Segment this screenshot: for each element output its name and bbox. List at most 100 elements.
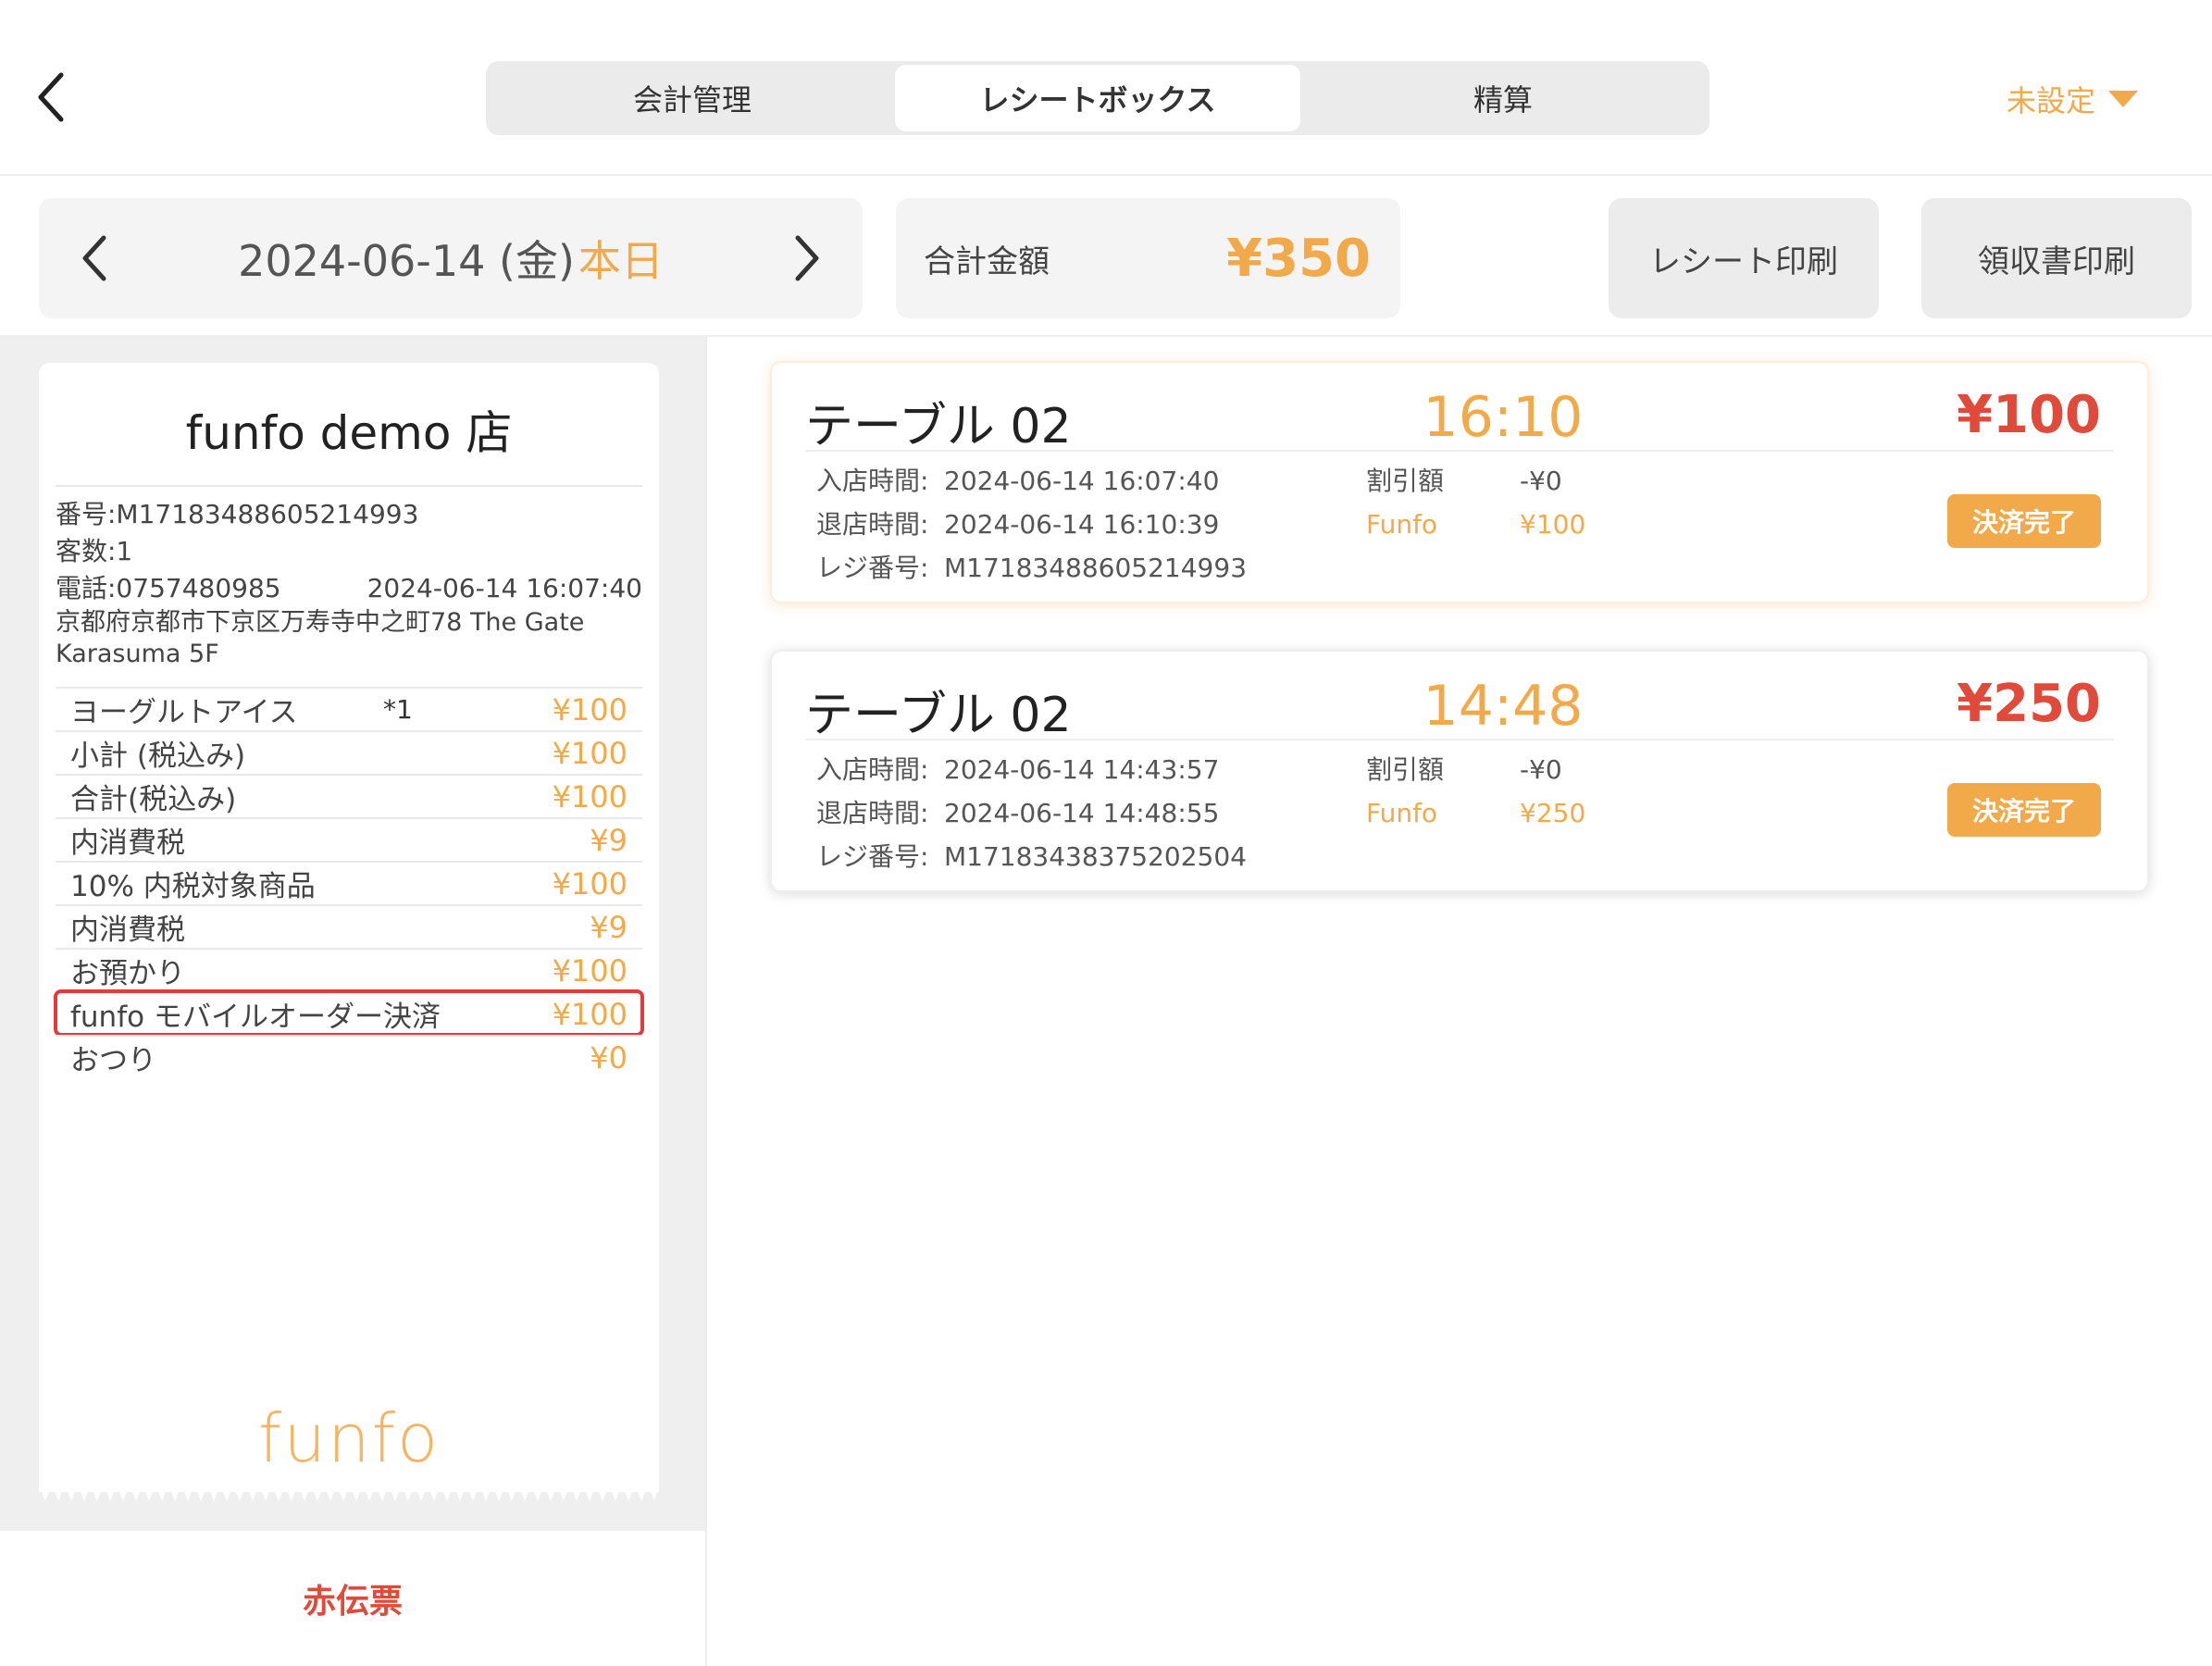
discount-value: -¥0 (1520, 466, 1562, 496)
exit-label: 退店時間: (816, 509, 929, 540)
receipt-line-item: お預かり ¥100 (56, 948, 642, 991)
entry-time: 2024-06-14 16:07:40 (944, 466, 1220, 496)
red-slip-button[interactable]: 赤伝票 (303, 1574, 403, 1622)
chevron-left-icon (82, 235, 106, 281)
card-table-name: テーブル 02 (805, 399, 1072, 454)
tab-accounting[interactable]: 会計管理 (490, 65, 895, 131)
previous-day-button[interactable] (39, 198, 150, 318)
line-amount: ¥100 (552, 735, 628, 771)
register-number: M17183438375202504 (944, 841, 1248, 872)
chevron-right-icon (795, 235, 819, 281)
receipt-store-name: funfo demo 店 (185, 406, 513, 460)
receipt-meta: 番号:M17183488605214993 客数:1 電話:0757480985… (39, 496, 659, 607)
receipt-line-item: おつり ¥0 (56, 1035, 642, 1078)
divider (0, 174, 2212, 176)
store-selector[interactable]: 未設定 (2007, 76, 2138, 122)
card-time: 14:48 (1423, 674, 1584, 739)
card-details: 入店時間: 2024-06-14 14:43:57 退店時間: 2024-06-14 … (816, 748, 1247, 878)
today-label: 本日 (578, 236, 664, 286)
line-amount: ¥100 (552, 778, 628, 814)
line-amount: ¥100 (552, 952, 628, 988)
card-payment-summary: 割引額 -¥0 Funfo ¥100 (1366, 459, 1585, 546)
date-display[interactable]: 2024-06-14 (金) 本日 (150, 228, 752, 289)
line-amount: ¥100 (552, 865, 628, 901)
print-invoice-button[interactable]: 領収書印刷 (1921, 198, 2192, 318)
card-amount: ¥100 (1957, 385, 2101, 445)
date-text: 2024-06-14 (金) (238, 236, 575, 286)
line-amount: ¥100 (552, 996, 628, 1032)
line-qty: *1 (383, 694, 413, 725)
receipt-datetime: 2024-06-14 16:07:40 (367, 573, 642, 603)
receipt-line-item: 合計(税込み) ¥100 (56, 774, 642, 817)
line-amount: ¥0 (590, 1039, 628, 1075)
divider (805, 450, 2114, 452)
tab-receipt-box[interactable]: レシートボックス (895, 65, 1300, 131)
line-label: おつり (70, 1044, 156, 1077)
print-receipt-button[interactable]: レシート印刷 (1609, 198, 1879, 318)
receipt-preview-panel: funfo demo 店 番号:M17183488605214993 客数:1 … (0, 337, 705, 1531)
card-payment-summary: 割引額 -¥0 Funfo ¥250 (1366, 748, 1585, 835)
funfo-logo: funfo (257, 1399, 440, 1477)
discount-label: 割引額 (1366, 466, 1445, 496)
line-label: 内消費税 (70, 827, 185, 860)
line-label: funfo モバイルオーダー決済 (70, 1001, 441, 1034)
receipt-line-item: funfo モバイルオーダー決済 ¥100 (54, 989, 644, 1037)
line-label: 小計 (税込み) (70, 740, 246, 773)
receipt-card[interactable]: テーブル 02 16:10 ¥100 入店時間: 2024-06-14 16:07:40… (770, 361, 2149, 603)
receipt-line-item: 10% 内税対象商品 ¥100 (56, 861, 642, 904)
tab-settlement[interactable]: 精算 (1300, 65, 1706, 131)
line-amount: ¥9 (590, 909, 628, 945)
card-table-name: テーブル 02 (805, 688, 1072, 743)
line-amount: ¥9 (590, 822, 628, 858)
receipt-line-item: 小計 (税込み) ¥100 (56, 730, 642, 774)
receipt-number: 番号:M17183488605214993 (56, 499, 419, 529)
payment-method-label: Funfo (1366, 509, 1438, 540)
discount-value: -¥0 (1520, 754, 1562, 785)
view-tabs: 会計管理 レシートボックス 精算 (486, 61, 1709, 135)
receipt-address: 京都府京都市下京区万寿寺中之町78 The Gate Karasuma 5F (56, 608, 585, 668)
back-button[interactable] (28, 65, 74, 130)
entry-label: 入店時間: (816, 466, 929, 496)
receipt-contact-row: 電話:0757480985 2024-06-14 16:07:40 (56, 570, 642, 607)
register-number: M17183488605214993 (944, 553, 1248, 583)
card-time: 16:10 (1423, 385, 1584, 450)
total-amount-box: 合計金額 ¥350 (896, 198, 1400, 318)
receipt-phone: 電話:0757480985 (56, 573, 281, 603)
divider (705, 337, 707, 1666)
card-amount: ¥250 (1957, 674, 2101, 734)
left-footer: 赤伝票 (0, 1531, 705, 1666)
receipt-line-item: 内消費税 ¥9 (56, 817, 642, 861)
line-label: ヨーグルトアイス (70, 696, 298, 729)
payment-value: ¥250 (1520, 798, 1586, 828)
receipt-items: ヨーグルトアイス *1 ¥100 小計 (税込み) ¥100 合計(税込み) ¥100 内消費… (54, 687, 644, 1078)
exit-time: 2024-06-14 16:10:39 (944, 509, 1220, 540)
register-label: レジ番号: (816, 553, 929, 583)
payment-value: ¥100 (1520, 509, 1586, 540)
line-amount: ¥100 (552, 691, 628, 727)
exit-label: 退店時間: (816, 798, 929, 828)
date-navigator: 2024-06-14 (金) 本日 (39, 198, 863, 318)
total-label: 合計金額 (924, 242, 1050, 280)
entry-label: 入店時間: (816, 754, 929, 785)
total-value: ¥350 (1226, 228, 1371, 289)
discount-label: 割引額 (1366, 754, 1445, 785)
caret-down-icon (2108, 91, 2138, 107)
receipt-guests: 客数:1 (56, 536, 133, 566)
line-label: 合計(税込み) (70, 783, 237, 816)
receipt-card[interactable]: テーブル 02 14:48 ¥250 入店時間: 2024-06-14 14:43:57… (770, 650, 2149, 892)
register-label: レジ番号: (816, 841, 929, 872)
divider (805, 739, 2114, 740)
line-label: 10% 内税対象商品 (70, 870, 316, 903)
store-selector-label: 未設定 (2006, 83, 2095, 118)
exit-time: 2024-06-14 14:48:55 (944, 798, 1220, 828)
card-details: 入店時間: 2024-06-14 16:07:40 退店時間: 2024-06-14 … (816, 459, 1247, 590)
status-badge: 決済完了 (1947, 783, 2101, 837)
receipt-paper: funfo demo 店 番号:M17183488605214993 客数:1 … (39, 363, 659, 1492)
line-label: お預かり (70, 957, 185, 990)
entry-time: 2024-06-14 14:43:57 (944, 754, 1220, 785)
next-day-button[interactable] (752, 198, 863, 318)
chevron-left-icon (38, 72, 64, 122)
divider (56, 485, 642, 487)
status-badge: 決済完了 (1947, 494, 2101, 548)
line-label: 内消費税 (70, 914, 185, 947)
